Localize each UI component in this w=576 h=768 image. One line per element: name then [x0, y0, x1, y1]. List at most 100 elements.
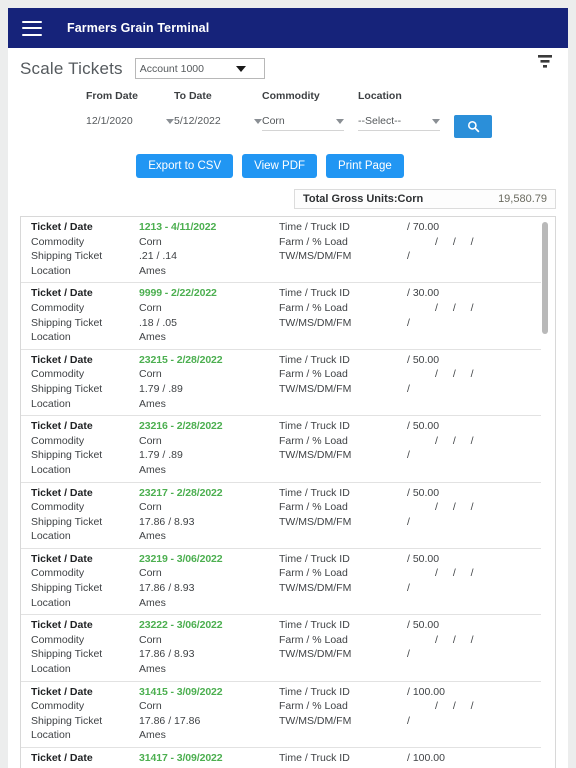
to-date-value: 5/12/2022 — [174, 115, 221, 127]
field-value[interactable]: 31417 - 3/09/2022 — [139, 751, 279, 766]
to-date-field: To Date 5/12/2022 — [174, 90, 262, 130]
field-label: Location — [31, 463, 71, 476]
field-value-secondary: / 50.00 — [407, 486, 440, 499]
table-cell-row: Location Ames — [21, 264, 541, 279]
field-label: Ticket / Date — [31, 552, 93, 565]
field-value[interactable]: 23215 - 2/28/2022 — [139, 353, 279, 368]
field-label-secondary: Farm / % Load — [279, 368, 348, 381]
table-row[interactable]: Ticket / Date 23222 - 3/06/2022 Time / Tru… — [21, 615, 541, 682]
field-label: Ticket / Date — [31, 486, 93, 499]
field-label-secondary: Time / Truck ID — [279, 685, 350, 698]
table-row[interactable]: Ticket / Date 23217 - 2/28/2022 Time / Tru… — [21, 483, 541, 549]
table-row[interactable]: Ticket / Date 9999 - 2/22/2022 Time / Truc… — [21, 283, 541, 350]
table-cell-row: Shipping Ticket 17.86 / 8.93 TW/MS/DM/FM / — [21, 515, 541, 530]
to-date-input[interactable]: 5/12/2022 — [174, 115, 262, 130]
field-label-secondary: Time / Truck ID — [279, 221, 350, 233]
from-date-input[interactable]: 12/1/2020 — [86, 115, 174, 130]
ticket-list-scroll-area[interactable]: Ticket / Date 1213 - 4/11/2022 Time / Truc… — [21, 217, 555, 768]
field-label: Location — [31, 264, 71, 277]
field-label: Shipping Ticket — [31, 648, 103, 661]
field-value: 1.79 / .89 — [139, 449, 183, 462]
field-label-secondary — [279, 264, 407, 279]
commodity-field: Commodity Corn — [262, 90, 358, 131]
field-label: Ticket / Date — [31, 287, 93, 300]
field-label-secondary: Farm / % Load — [279, 567, 348, 580]
field-label-secondary: TW/MS/DM/FM — [279, 449, 352, 462]
location-select[interactable]: --Select-- — [358, 115, 440, 131]
table-cell-row: Commodity Corn Farm / % Load / / / — [21, 500, 541, 515]
table-cell-row: Ticket / Date 31415 - 3/09/2022 Time / Tru… — [21, 685, 541, 700]
field-value[interactable]: 1213 - 4/11/2022 — [139, 220, 279, 235]
table-row[interactable]: Ticket / Date 31415 - 3/09/2022 Time / Tru… — [21, 682, 541, 748]
hamburger-icon[interactable] — [22, 20, 42, 36]
field-value[interactable]: 23217 - 2/28/2022 — [139, 486, 279, 501]
view-pdf-button[interactable]: View PDF — [242, 154, 318, 178]
search-icon — [467, 121, 479, 133]
field-value-secondary: / 100.00 — [407, 685, 445, 698]
field-label: Commodity — [31, 235, 85, 248]
field-label: Location — [31, 331, 71, 344]
funnel-icon[interactable] — [536, 54, 554, 70]
field-value: .18 / .05 — [139, 316, 177, 329]
field-label-secondary: TW/MS/DM/FM — [279, 714, 352, 727]
table-cell-row: Ticket / Date 23215 - 2/28/2022 Time / Tru… — [21, 353, 541, 368]
export-to-csv-button[interactable]: Export to CSV — [136, 154, 234, 178]
field-value-secondary: / 50.00 — [407, 420, 440, 433]
field-label-secondary: Time / Truck ID — [279, 619, 350, 632]
field-label-secondary: Farm / % Load — [279, 700, 348, 713]
field-value-secondary — [407, 529, 541, 544]
field-value[interactable]: 23222 - 3/06/2022 — [139, 618, 279, 633]
field-label: Ticket / Date — [31, 353, 93, 366]
field-value[interactable]: 23216 - 2/28/2022 — [139, 419, 279, 434]
field-label: Location — [31, 729, 71, 742]
table-cell-row: Location Ames — [21, 596, 541, 611]
field-value: 17.86 / 8.93 — [139, 582, 195, 595]
field-value[interactable]: 31415 - 3/09/2022 — [139, 685, 279, 700]
commodity-select[interactable]: Corn — [262, 115, 344, 131]
table-cell-row: Commodity Corn Farm / % Load / / / — [21, 699, 541, 714]
field-label: Shipping Ticket — [31, 316, 103, 329]
field-label-secondary: Farm / % Load — [279, 301, 348, 314]
account-select[interactable]: Account 1000 — [134, 58, 265, 79]
table-row[interactable]: Ticket / Date 23215 - 2/28/2022 Time / Tru… — [21, 350, 541, 417]
field-label-secondary — [279, 330, 407, 345]
field-label: Shipping Ticket — [31, 449, 103, 462]
field-label: Commodity — [31, 501, 85, 514]
field-label-secondary — [279, 397, 407, 412]
field-label-secondary — [279, 529, 407, 544]
scrollbar-track[interactable] — [542, 219, 552, 768]
commodity-label: Commodity — [262, 90, 320, 102]
table-cell-row: Ticket / Date 23216 - 2/28/2022 Time / Tru… — [21, 419, 541, 434]
field-label-secondary: TW/MS/DM/FM — [279, 648, 352, 661]
field-label-secondary: Time / Truck ID — [279, 287, 350, 300]
table-row[interactable]: Ticket / Date 23219 - 3/06/2022 Time / Tru… — [21, 549, 541, 616]
print-page-button[interactable]: Print Page — [326, 154, 404, 178]
field-value: 17.86 / 8.93 — [139, 515, 195, 528]
location-field: Location --Select-- — [358, 90, 454, 131]
chevron-down-icon — [254, 118, 262, 124]
table-cell-row: Location Ames — [21, 529, 541, 544]
search-button[interactable] — [454, 115, 492, 138]
table-row[interactable]: Ticket / Date 31417 - 3/09/2022 Time / Tru… — [21, 748, 541, 768]
table-row[interactable]: Ticket / Date 23216 - 2/28/2022 Time / Tru… — [21, 416, 541, 483]
field-label-secondary — [279, 728, 407, 743]
chevron-down-icon — [235, 65, 246, 72]
field-label: Shipping Ticket — [31, 515, 103, 528]
field-value[interactable]: 9999 - 2/22/2022 — [139, 286, 279, 301]
field-value-secondary: / 100.00 — [407, 752, 445, 764]
field-label: Commodity — [31, 301, 85, 314]
from-date-field: From Date 12/1/2020 — [86, 90, 174, 130]
table-cell-row: Shipping Ticket 17.86 / 17.86 TW/MS/DM/FM / — [21, 714, 541, 729]
field-value-secondary: / / / — [435, 301, 480, 314]
app-card: Farmers Grain Terminal Scale Tickets Acc… — [8, 8, 568, 768]
from-date-label: From Date — [86, 90, 138, 102]
scrollbar-thumb[interactable] — [542, 222, 548, 334]
table-cell-row: Shipping Ticket 1.79 / .89 TW/MS/DM/FM / — [21, 382, 541, 397]
table-cell-row: Shipping Ticket 17.86 / 8.93 TW/MS/DM/FM / — [21, 647, 541, 662]
field-value-secondary: / — [407, 648, 410, 661]
field-label: Ticket / Date — [31, 752, 93, 764]
table-cell-row: Commodity Corn Farm / % Load / / / — [21, 633, 541, 648]
field-value[interactable]: 23219 - 3/06/2022 — [139, 552, 279, 567]
field-value: .21 / .14 — [139, 250, 177, 263]
table-row[interactable]: Ticket / Date 1213 - 4/11/2022 Time / Truc… — [21, 217, 541, 284]
